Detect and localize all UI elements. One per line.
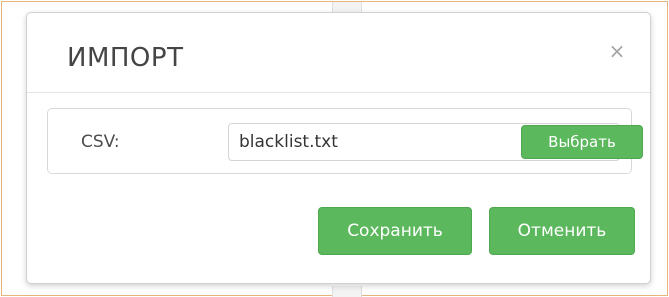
cancel-button[interactable]: Отменить <box>489 207 635 255</box>
browse-button[interactable]: Выбрать <box>521 125 643 159</box>
backdrop-divider-bottom <box>332 286 362 297</box>
close-icon[interactable]: × <box>608 41 626 61</box>
save-button[interactable]: Сохранить <box>318 207 472 255</box>
csv-field-label: CSV: <box>81 132 120 152</box>
dialog-header: ИМПОРТ × <box>27 13 650 93</box>
dialog-title: ИМПОРТ <box>67 43 184 73</box>
csv-field-panel: CSV: Выбрать <box>47 108 643 174</box>
import-dialog: ИМПОРТ × CSV: Выбрать Сохранить Отменить <box>26 12 651 284</box>
